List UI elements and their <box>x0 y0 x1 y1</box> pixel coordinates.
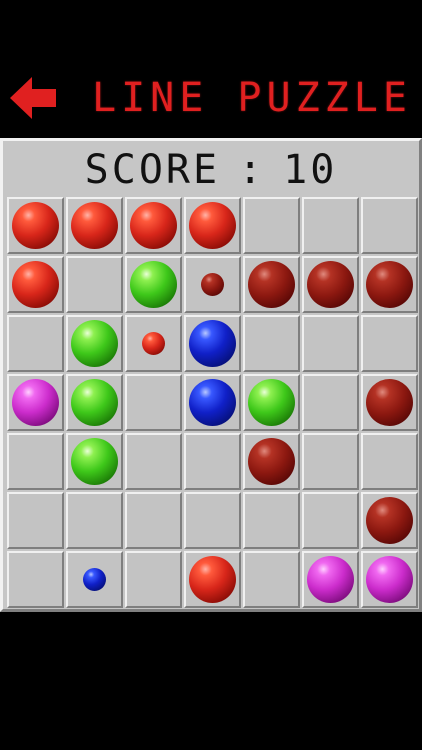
magenta-ball[interactable] <box>12 379 59 426</box>
board-cell[interactable] <box>7 315 64 372</box>
board-cell[interactable] <box>7 374 64 431</box>
darkred-ball-small[interactable] <box>201 273 224 296</box>
back-button[interactable] <box>8 74 58 122</box>
board-cell[interactable] <box>7 197 64 254</box>
board-cell[interactable] <box>302 256 359 313</box>
board-cell[interactable] <box>66 197 123 254</box>
blue-ball[interactable] <box>189 379 236 426</box>
board-cell[interactable] <box>361 315 418 372</box>
darkred-ball[interactable] <box>248 261 295 308</box>
game-board <box>7 197 418 608</box>
blue-ball-small[interactable] <box>83 568 106 591</box>
board-cell[interactable] <box>361 197 418 254</box>
board-cell[interactable] <box>66 374 123 431</box>
page-title: LINE PUZZLE <box>92 75 412 121</box>
darkred-ball[interactable] <box>366 261 413 308</box>
red-ball[interactable] <box>189 556 236 603</box>
score-display: SCORE:10 <box>5 144 417 194</box>
red-ball[interactable] <box>12 202 59 249</box>
board-cell[interactable] <box>66 256 123 313</box>
red-ball[interactable] <box>130 202 177 249</box>
board-cell[interactable] <box>7 433 64 490</box>
game-panel: SCORE:10 <box>0 138 422 612</box>
darkred-ball[interactable] <box>307 261 354 308</box>
header-bar: LINE PUZZLE <box>0 0 422 138</box>
red-ball[interactable] <box>189 202 236 249</box>
score-label: SCORE <box>84 147 221 193</box>
darkred-ball[interactable] <box>366 379 413 426</box>
red-ball[interactable] <box>12 261 59 308</box>
board-cell[interactable] <box>125 374 182 431</box>
red-ball-small[interactable] <box>142 332 165 355</box>
green-ball[interactable] <box>71 379 118 426</box>
magenta-ball[interactable] <box>366 556 413 603</box>
board-cell[interactable] <box>125 315 182 372</box>
board-cell[interactable] <box>184 551 241 608</box>
board-cell[interactable] <box>66 492 123 549</box>
magenta-ball[interactable] <box>307 556 354 603</box>
blue-ball[interactable] <box>189 320 236 367</box>
board-cell[interactable] <box>243 492 300 549</box>
board-cell[interactable] <box>125 551 182 608</box>
board-cell[interactable] <box>7 492 64 549</box>
board-cell[interactable] <box>184 492 241 549</box>
board-cell[interactable] <box>361 551 418 608</box>
board-cell[interactable] <box>125 433 182 490</box>
board-cell[interactable] <box>302 551 359 608</box>
score-separator: : <box>238 147 266 193</box>
board-cell[interactable] <box>243 374 300 431</box>
board-cell[interactable] <box>125 256 182 313</box>
score-value: 10 <box>283 147 338 193</box>
board-cell[interactable] <box>361 433 418 490</box>
board-cell[interactable] <box>184 374 241 431</box>
board-cell[interactable] <box>302 197 359 254</box>
green-ball[interactable] <box>130 261 177 308</box>
board-cell[interactable] <box>243 197 300 254</box>
green-ball[interactable] <box>248 379 295 426</box>
board-cell[interactable] <box>243 551 300 608</box>
board-cell[interactable] <box>184 256 241 313</box>
green-ball[interactable] <box>71 438 118 485</box>
board-cell[interactable] <box>125 197 182 254</box>
board-cell[interactable] <box>302 492 359 549</box>
board-cell[interactable] <box>7 551 64 608</box>
board-cell[interactable] <box>184 433 241 490</box>
board-cell[interactable] <box>302 315 359 372</box>
darkred-ball[interactable] <box>248 438 295 485</box>
board-cell[interactable] <box>243 433 300 490</box>
board-cell[interactable] <box>7 256 64 313</box>
board-cell[interactable] <box>66 551 123 608</box>
red-ball[interactable] <box>71 202 118 249</box>
board-cell[interactable] <box>361 374 418 431</box>
board-cell[interactable] <box>125 492 182 549</box>
board-cell[interactable] <box>243 256 300 313</box>
board-cell[interactable] <box>302 433 359 490</box>
green-ball[interactable] <box>71 320 118 367</box>
board-cell[interactable] <box>302 374 359 431</box>
board-cell[interactable] <box>361 492 418 549</box>
board-cell[interactable] <box>243 315 300 372</box>
left-arrow-icon <box>10 77 56 119</box>
darkred-ball[interactable] <box>366 497 413 544</box>
board-cell[interactable] <box>66 433 123 490</box>
board-cell[interactable] <box>184 197 241 254</box>
board-cell[interactable] <box>184 315 241 372</box>
board-cell[interactable] <box>66 315 123 372</box>
board-cell[interactable] <box>361 256 418 313</box>
